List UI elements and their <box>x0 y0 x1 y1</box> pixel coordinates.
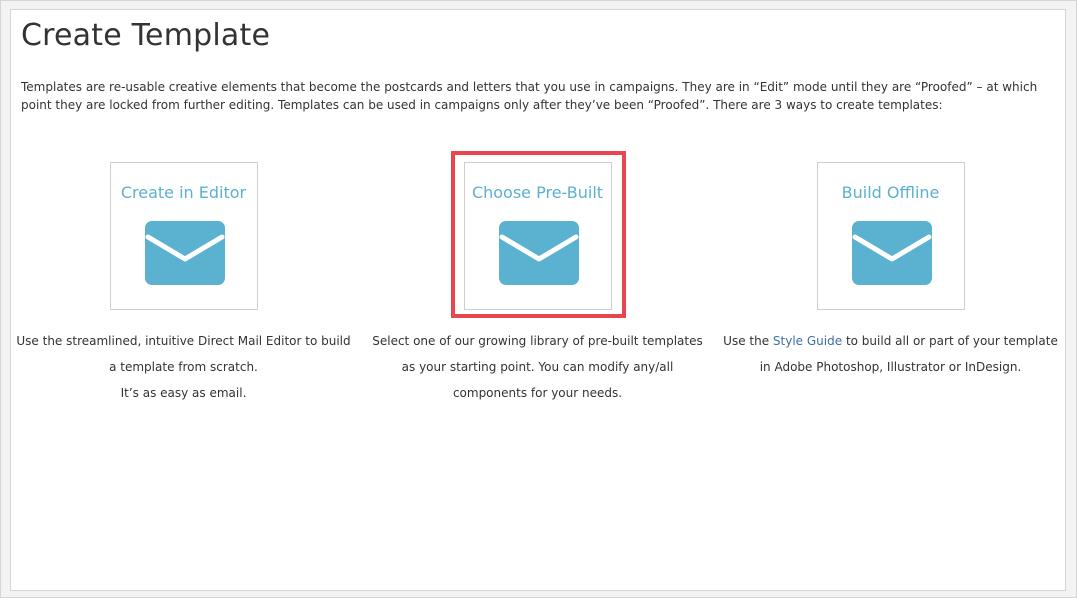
choose-pre-built-card[interactable]: Choose Pre-Built <box>463 162 612 310</box>
intro-text: Templates are re-usable creative element… <box>21 80 1038 112</box>
page-title: Create Template <box>21 18 271 53</box>
option-choose-pre-built: Choose Pre-Built Select one of our growi… <box>370 162 705 406</box>
description-line: in Adobe Photoshop, Illustrator or InDes… <box>759 360 1022 374</box>
envelope-icon <box>851 221 932 285</box>
card-title: Build Offline <box>841 183 940 202</box>
option-description: Use the streamlined, intuitive Direct Ma… <box>16 328 351 406</box>
envelope-icon <box>498 221 579 285</box>
envelope-icon <box>144 221 225 285</box>
description-line: Select one of our growing library of pre… <box>372 334 703 348</box>
card-title: Choose Pre-Built <box>471 183 604 202</box>
option-build-offline: Build Offline Use the Style Guide to bui… <box>723 162 1058 380</box>
build-offline-card[interactable]: Build Offline <box>816 162 965 310</box>
description-text: to build all or part of your template <box>842 334 1058 348</box>
description-text: Use the <box>723 334 773 348</box>
app-window: Create Template Templates are re-usable … <box>0 0 1077 598</box>
description-line: Use the streamlined, intuitive Direct Ma… <box>16 334 351 348</box>
content-panel: Create Template Templates are re-usable … <box>10 9 1066 591</box>
style-guide-link[interactable]: Style Guide <box>773 334 842 348</box>
option-description: Select one of our growing library of pre… <box>370 328 705 406</box>
description-line: components for your needs. <box>452 386 623 400</box>
option-create-in-editor: Create in Editor Use the streamlined, in… <box>16 162 351 406</box>
create-in-editor-card[interactable]: Create in Editor <box>109 162 258 310</box>
option-description: Use the Style Guide to build all or part… <box>723 328 1058 380</box>
description-line: It’s as easy as email. <box>120 386 247 400</box>
description-line: as your starting point. You can modify a… <box>401 360 674 374</box>
description-line: a template from scratch. <box>109 360 258 374</box>
card-title: Create in Editor <box>120 183 247 202</box>
description-line: Use the Style Guide to build all or part… <box>723 328 1058 354</box>
